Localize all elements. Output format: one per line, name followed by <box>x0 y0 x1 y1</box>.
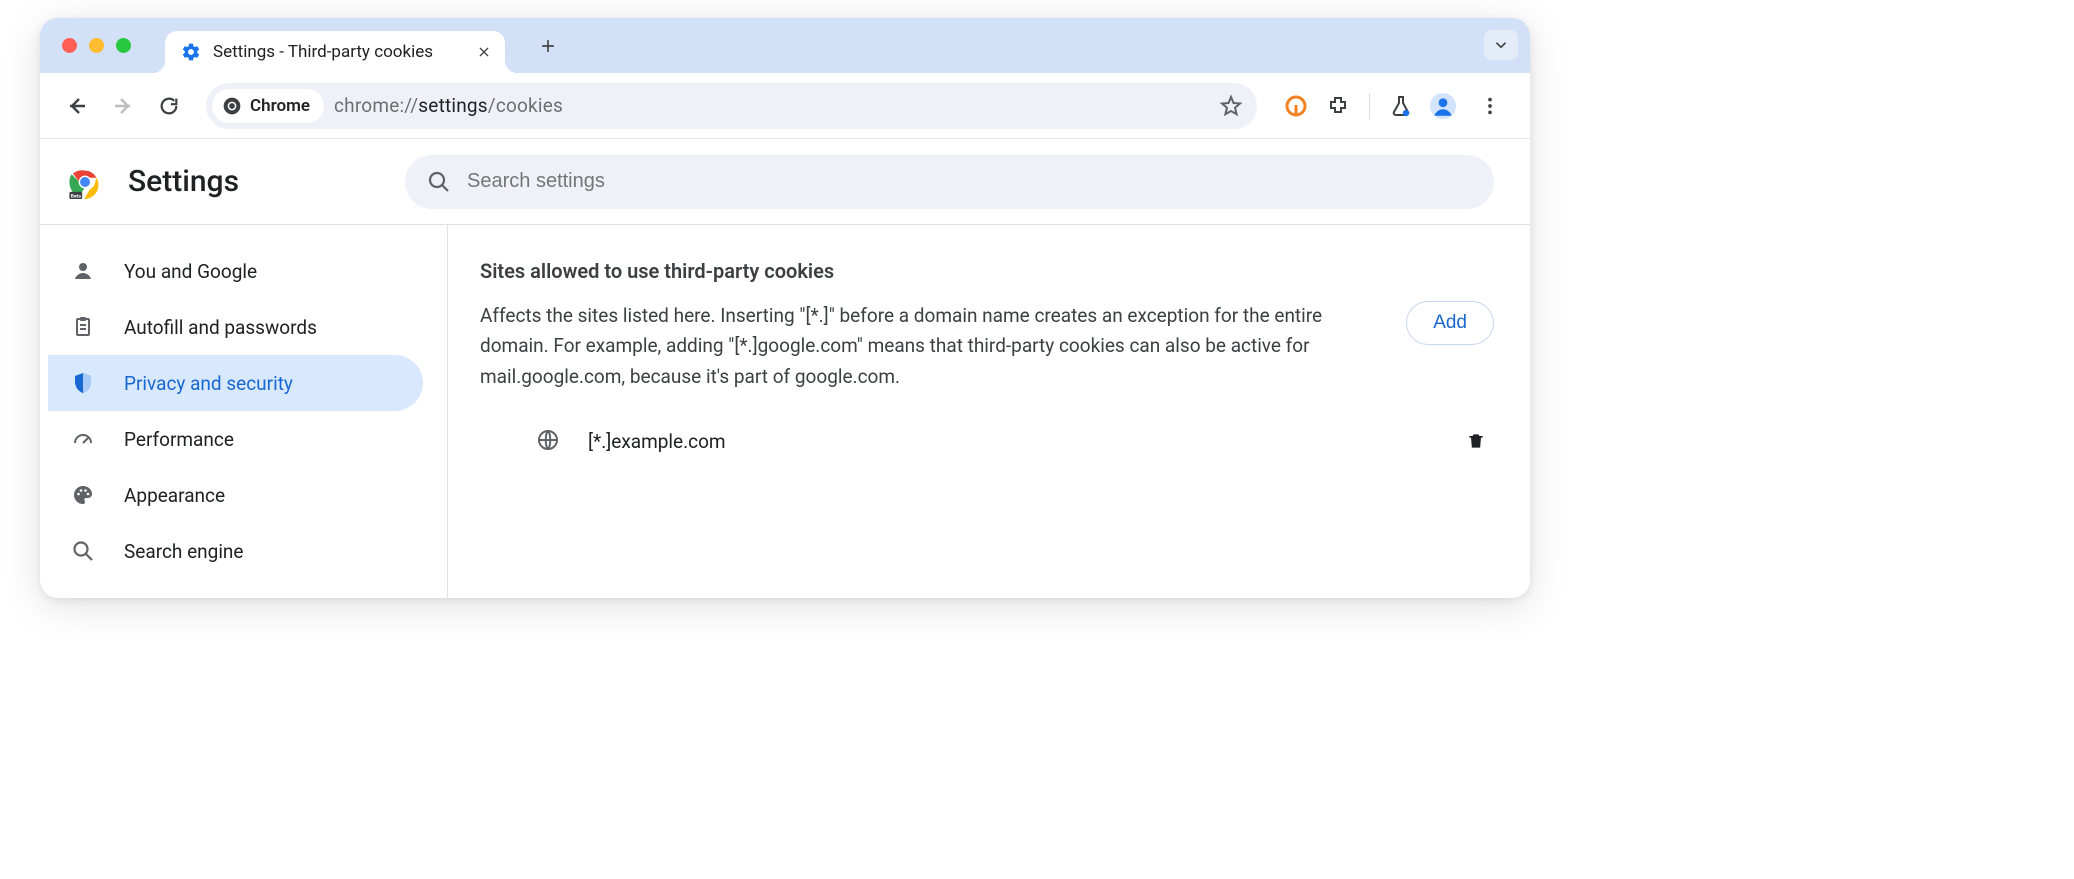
sidebar-item-label: Privacy and security <box>124 372 293 395</box>
search-settings-input[interactable] <box>467 170 1472 193</box>
sidebar-item-performance[interactable]: Performance <box>48 411 423 467</box>
sidebar-item-appearance[interactable]: Appearance <box>48 467 423 523</box>
chrome-logo-icon: Beta <box>68 165 102 199</box>
sidebar-item-you-and-google[interactable]: You and Google <box>48 243 423 299</box>
shield-icon <box>70 370 96 396</box>
svg-text:Beta: Beta <box>71 193 81 198</box>
add-button[interactable]: Add <box>1406 301 1494 345</box>
sidebar: You and Google Autofill and passwords Pr… <box>40 225 448 598</box>
window-controls <box>62 38 131 53</box>
palette-icon <box>70 482 96 508</box>
toolbar: Chrome chrome://settings/cookies <box>40 73 1530 139</box>
search-settings-field[interactable] <box>405 155 1494 209</box>
new-tab-button[interactable] <box>531 29 565 63</box>
close-tab-button[interactable] <box>475 43 493 61</box>
bookmark-star-icon[interactable] <box>1219 94 1243 118</box>
section-row: Affects the sites listed here. Inserting… <box>480 301 1494 392</box>
clipboard-icon <box>70 314 96 340</box>
speedometer-icon <box>70 426 96 452</box>
browser-menu-button[interactable] <box>1472 88 1508 124</box>
forward-button[interactable] <box>104 87 142 125</box>
section-description: Affects the sites listed here. Inserting… <box>480 301 1376 392</box>
search-icon <box>427 170 451 194</box>
search-icon <box>70 538 96 564</box>
page-title: Settings <box>128 164 239 199</box>
address-bar[interactable]: Chrome chrome://settings/cookies <box>206 83 1257 129</box>
page-content: Beta Settings You and Google Autofill an… <box>40 139 1530 598</box>
browser-tab[interactable]: Settings - Third-party cookies <box>165 31 505 73</box>
title-bar: Settings - Third-party cookies <box>40 18 1530 73</box>
reload-button[interactable] <box>150 87 188 125</box>
extensions-area <box>1277 88 1512 124</box>
profile-avatar-icon[interactable] <box>1430 93 1456 119</box>
back-button[interactable] <box>58 87 96 125</box>
section-title: Sites allowed to use third-party cookies <box>480 259 1494 283</box>
extension-openvpn-icon[interactable] <box>1283 93 1309 119</box>
site-chip-label: Chrome <box>250 96 310 116</box>
sidebar-item-label: Search engine <box>124 540 244 563</box>
tab-title: Settings - Third-party cookies <box>213 42 463 62</box>
globe-icon <box>536 428 562 454</box>
browser-window: Settings - Third-party cookies <box>40 18 1530 598</box>
site-chip[interactable]: Chrome <box>212 89 324 123</box>
labs-flask-icon[interactable] <box>1388 93 1414 119</box>
settings-header: Beta Settings <box>40 139 1530 225</box>
site-domain: [*.]example.com <box>588 430 1440 453</box>
close-window-button[interactable] <box>62 38 77 53</box>
url-text: chrome://settings/cookies <box>334 94 563 117</box>
sidebar-item-label: Autofill and passwords <box>124 316 317 339</box>
content-pane: Sites allowed to use third-party cookies… <box>448 225 1530 598</box>
allowed-site-row: [*.]example.com <box>480 420 1494 462</box>
person-icon <box>70 258 96 284</box>
sidebar-item-privacy-security[interactable]: Privacy and security <box>48 355 423 411</box>
sidebar-item-label: Appearance <box>124 484 225 507</box>
sidebar-item-label: You and Google <box>124 260 257 283</box>
toolbar-divider <box>1369 93 1370 119</box>
tab-overflow-button[interactable] <box>1484 30 1518 60</box>
sidebar-item-search-engine[interactable]: Search engine <box>48 523 423 579</box>
minimize-window-button[interactable] <box>89 38 104 53</box>
extensions-puzzle-icon[interactable] <box>1325 93 1351 119</box>
delete-site-button[interactable] <box>1466 431 1488 451</box>
sidebar-item-label: Performance <box>124 428 234 451</box>
settings-body: You and Google Autofill and passwords Pr… <box>40 225 1530 598</box>
sidebar-item-autofill[interactable]: Autofill and passwords <box>48 299 423 355</box>
chrome-icon <box>222 96 242 116</box>
gear-icon <box>181 42 201 62</box>
maximize-window-button[interactable] <box>116 38 131 53</box>
